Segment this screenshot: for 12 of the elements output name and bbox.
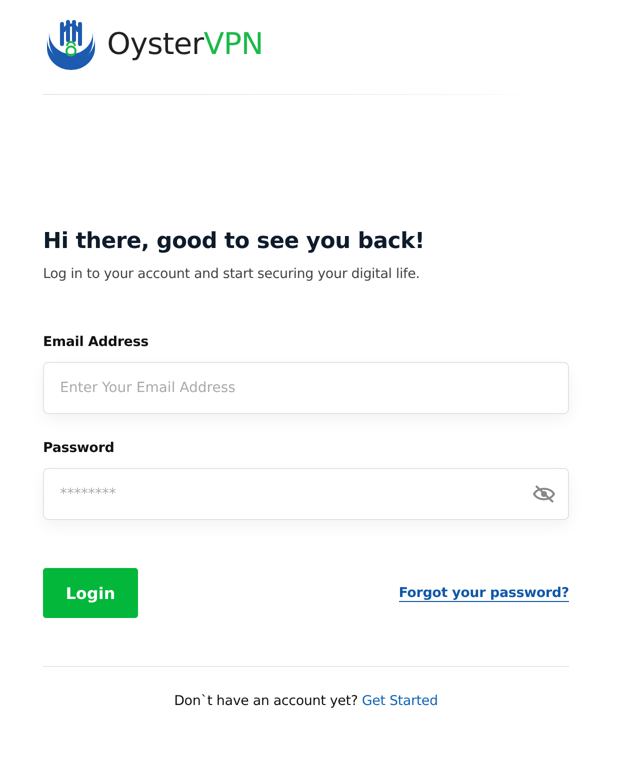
password-field[interactable]: ******** xyxy=(43,468,569,520)
hidden-eye-icon[interactable] xyxy=(533,485,555,503)
page-subtitle: Log in to your account and start securing your digital life. xyxy=(43,266,421,282)
get-started-link[interactable]: Get Started xyxy=(362,693,438,709)
brand-name: Oyster xyxy=(107,26,204,62)
email-field[interactable]: Enter Your Email Address xyxy=(43,362,569,414)
field-label: Password xyxy=(43,440,116,456)
forgot-password-link[interactable]: Forgot your password? xyxy=(398,584,569,602)
field-label: Email Address xyxy=(43,334,150,350)
brand-accent: VPN xyxy=(204,26,264,62)
signup-prompt: Don`t have an account yet? Get Started xyxy=(173,693,439,709)
page-heading: Hi there, good to see you back! xyxy=(43,229,426,254)
